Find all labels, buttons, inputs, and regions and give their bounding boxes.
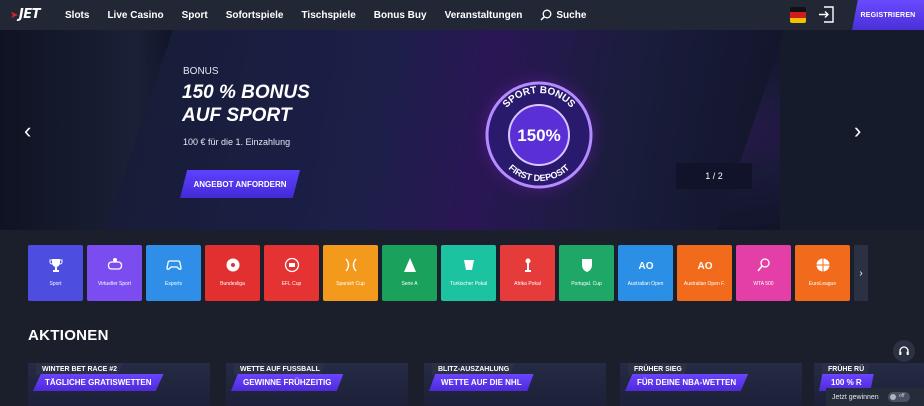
search-button[interactable]: Suche bbox=[540, 9, 586, 21]
promo-card[interactable]: WETTE AUF FUSSBALL GEWINNE FRÜHZEITIG bbox=[226, 363, 408, 406]
category-label: Türkischer Pokal bbox=[449, 281, 488, 287]
portugal-cup-icon bbox=[579, 257, 595, 273]
hero-bonus-label: BONUS bbox=[183, 66, 219, 77]
search-icon bbox=[540, 9, 552, 21]
prev-slide-chevron-icon[interactable]: ‹ bbox=[24, 118, 31, 144]
tennis-racket-icon bbox=[756, 257, 772, 273]
sport-bonus-medal: SPORT BONUS 150% FIRST DEPOSIT bbox=[471, 67, 607, 203]
category-tile[interactable]: Türkischer Pokal bbox=[441, 245, 496, 301]
turkish-cup-icon bbox=[461, 257, 477, 273]
login-icon[interactable] bbox=[818, 6, 834, 23]
promo-card[interactable]: BLITZ-AUSZAHLUNG WETTE AUF DIE NHL bbox=[424, 363, 606, 406]
main-nav: Slots Live Casino Sport Sofortspiele Tis… bbox=[65, 0, 586, 30]
promo-head: WINTER BET RACE #2 bbox=[36, 363, 124, 375]
category-tile[interactable]: EFL Cup bbox=[264, 245, 319, 301]
hero-title-line2: AUF SPORT bbox=[182, 105, 292, 126]
win-now-toggle[interactable]: off bbox=[888, 392, 910, 402]
support-chat-button[interactable] bbox=[893, 340, 915, 362]
australian-open-icon: AO bbox=[638, 257, 654, 273]
category-tile[interactable]: Sport bbox=[28, 245, 83, 301]
spanish-cup-icon bbox=[343, 257, 359, 273]
search-label: Suche bbox=[556, 9, 587, 21]
next-slide-chevron-icon[interactable]: › bbox=[854, 118, 861, 144]
category-label: Bundesliga bbox=[220, 281, 245, 287]
hero-banner: BONUS 150 % BONUS AUF SPORT 100 € für di… bbox=[0, 30, 924, 230]
sport-category-strip: Sport Virtueller Sport Esports Bundesliga EF… bbox=[28, 245, 850, 301]
claim-offer-button[interactable]: ANGEBOT ANFORDERN bbox=[180, 170, 300, 198]
trophy-icon bbox=[48, 257, 64, 273]
language-flag-icon[interactable] bbox=[790, 7, 806, 23]
category-tile[interactable]: Serie A bbox=[382, 245, 437, 301]
vr-headset-icon bbox=[107, 257, 123, 273]
categories-next-chevron-icon[interactable]: › bbox=[854, 245, 868, 301]
hero-panel bbox=[105, 30, 785, 230]
category-tile[interactable]: AO Australian Open F. bbox=[677, 245, 732, 301]
register-button[interactable]: REGISTRIEREN bbox=[852, 0, 924, 30]
gamepad-icon bbox=[165, 257, 182, 273]
category-tile[interactable]: Spanish Cup bbox=[323, 245, 378, 301]
category-tile[interactable]: Portugal. Cup bbox=[559, 245, 614, 301]
africa-cup-icon bbox=[520, 257, 536, 273]
hero-right-backdrop bbox=[780, 30, 924, 230]
headset-icon bbox=[899, 346, 909, 355]
football-icon bbox=[225, 257, 241, 273]
category-tile[interactable]: Afrika Pokal bbox=[500, 245, 555, 301]
promo-head: FRÜHE RÜ bbox=[822, 363, 871, 375]
category-label: Serie A bbox=[401, 281, 418, 287]
category-label: Australian Open F. bbox=[683, 281, 726, 287]
nav-veranstaltungen[interactable]: Veranstaltungen bbox=[445, 10, 523, 21]
category-label: EFL Cup bbox=[281, 281, 302, 287]
category-label: Sport bbox=[49, 281, 62, 287]
logo-text: JET bbox=[18, 7, 41, 22]
svg-text:AO: AO bbox=[638, 261, 653, 272]
promo-tag: GEWINNE FRÜHZEITIG bbox=[231, 374, 344, 391]
category-tile[interactable]: Bundesliga bbox=[205, 245, 260, 301]
nav-sport[interactable]: Sport bbox=[182, 10, 208, 21]
promo-head: WETTE AUF FUSSBALL bbox=[234, 363, 326, 375]
slide-counter: 1 / 2 bbox=[676, 163, 752, 189]
category-label: EuroLeague bbox=[808, 281, 837, 287]
category-tile[interactable]: WTA 500 bbox=[736, 245, 791, 301]
category-tile[interactable]: Esports bbox=[146, 245, 201, 301]
promo-card[interactable]: FRÜHER SIEG FÜR DEINE NBA-WETTEN bbox=[620, 363, 802, 406]
nav-tischspiele[interactable]: Tischspiele bbox=[302, 10, 356, 21]
category-label: Afrika Pokal bbox=[514, 281, 541, 287]
hero-title: 150 % BONUS AUF SPORT bbox=[182, 81, 382, 127]
svg-text:AO: AO bbox=[697, 261, 712, 272]
category-tile[interactable]: Virtueller Sport bbox=[87, 245, 142, 301]
basketball-icon bbox=[815, 257, 831, 273]
toggle-state-label: off bbox=[899, 393, 905, 399]
medal-value: 150% bbox=[517, 126, 560, 145]
jet-logo[interactable]: ➤JET bbox=[10, 7, 40, 22]
category-label: WTA 500 bbox=[753, 281, 774, 287]
top-navigation-bar: ➤JET Slots Live Casino Sport Sofortspiel… bbox=[0, 0, 924, 30]
serie-a-icon bbox=[402, 257, 418, 273]
category-label: Spanish Cup bbox=[336, 281, 365, 287]
nav-bonus-buy[interactable]: Bonus Buy bbox=[374, 10, 427, 21]
promo-tag: FÜR DEINE NBA-WETTEN bbox=[625, 374, 749, 391]
promotions-title: AKTIONEN bbox=[28, 327, 109, 344]
win-now-label: Jetzt gewinnen bbox=[832, 393, 879, 401]
promo-card[interactable]: WINTER BET RACE #2 TÄGLICHE GRATISWETTEN bbox=[28, 363, 210, 406]
category-label: Portugal. Cup bbox=[571, 281, 602, 287]
category-label: Esports bbox=[165, 281, 182, 287]
nav-sofortspiele[interactable]: Sofortspiele bbox=[226, 10, 284, 21]
nav-live-casino[interactable]: Live Casino bbox=[107, 10, 163, 21]
category-tile[interactable]: AO Australian Open bbox=[618, 245, 673, 301]
category-label: Virtueller Sport bbox=[98, 281, 131, 287]
category-tile[interactable]: EuroLeague bbox=[795, 245, 850, 301]
promo-tag: WETTE AUF DIE NHL bbox=[429, 374, 534, 391]
nav-slots[interactable]: Slots bbox=[65, 10, 89, 21]
promo-tag: TÄGLICHE GRATISWETTEN bbox=[33, 374, 164, 391]
promo-head: BLITZ-AUSZAHLUNG bbox=[432, 363, 516, 375]
promo-head: FRÜHER SIEG bbox=[628, 363, 688, 375]
category-label: Australian Open bbox=[627, 281, 664, 287]
hero-title-line1: 150 % BONUS bbox=[182, 82, 310, 103]
efl-badge-icon bbox=[284, 257, 300, 273]
hero-subtitle: 100 € für die 1. Einzahlung bbox=[183, 137, 291, 147]
australian-open-f-icon: AO bbox=[697, 257, 713, 273]
